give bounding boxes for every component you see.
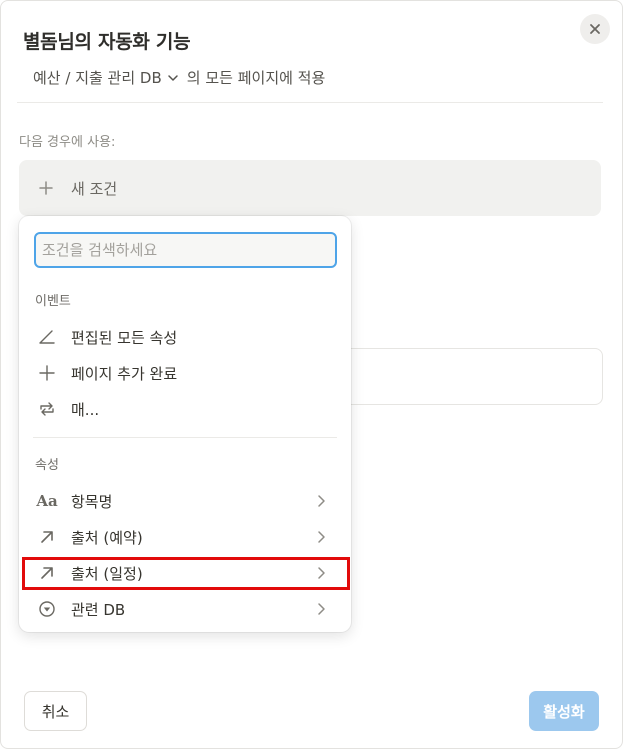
plus-icon bbox=[37, 363, 57, 383]
menu-item-source-reservation[interactable]: 출처 (예약) bbox=[25, 520, 345, 554]
new-condition-label: 새 조건 bbox=[71, 179, 118, 198]
menu-item-label: 매... bbox=[71, 400, 100, 419]
activate-button[interactable]: 활성화 bbox=[529, 691, 599, 731]
text-aa-icon: Aa bbox=[36, 492, 58, 510]
menu-item-source-schedule[interactable]: 출처 (일정) bbox=[25, 556, 345, 590]
pencil-icon bbox=[37, 327, 57, 347]
trigger-section-label: 다음 경우에 사용: bbox=[19, 135, 116, 150]
database-name: 예산 / 지출 관리 DB bbox=[33, 69, 162, 87]
action-box[interactable] bbox=[331, 348, 603, 405]
dialog-title: 별돔님의 자동화 기능 bbox=[23, 31, 191, 53]
applies-text: 의 모든 페이지에 적용 bbox=[186, 69, 326, 87]
chevron-right-icon bbox=[318, 495, 325, 507]
relation-arrow-icon bbox=[37, 563, 57, 583]
chevron-right-icon bbox=[318, 603, 325, 615]
condition-search-box[interactable] bbox=[34, 232, 337, 268]
repeat-icon bbox=[37, 399, 57, 419]
condition-search-input[interactable] bbox=[36, 234, 335, 266]
dropdown-divider bbox=[33, 437, 337, 438]
events-group-label: 이벤트 bbox=[35, 294, 71, 309]
menu-item-label: 출처 (예약) bbox=[71, 528, 143, 547]
chevron-right-icon bbox=[318, 567, 325, 579]
menu-item-label: 페이지 추가 완료 bbox=[71, 364, 178, 383]
menu-item-related-db[interactable]: 관련 DB bbox=[25, 592, 345, 626]
scope-line: 예산 / 지출 관리 DB 의 모든 페이지에 적용 bbox=[33, 67, 325, 88]
menu-item-label: 편집된 모든 속성 bbox=[71, 328, 178, 347]
automation-dialog: 별돔님의 자동화 기능 예산 / 지출 관리 DB 의 모든 페이지에 적용 다… bbox=[0, 0, 623, 749]
relation-arrow-icon bbox=[37, 527, 57, 547]
chevron-right-icon bbox=[318, 531, 325, 543]
select-circle-icon bbox=[37, 599, 57, 619]
header-divider bbox=[17, 102, 603, 103]
properties-group-label: 속성 bbox=[35, 458, 59, 473]
menu-item-any-property-edited[interactable]: 편집된 모든 속성 bbox=[25, 320, 345, 354]
plus-icon bbox=[39, 181, 53, 195]
close-icon bbox=[590, 24, 600, 34]
chevron-down-icon bbox=[168, 74, 178, 81]
menu-item-recurring[interactable]: 매... bbox=[25, 392, 345, 426]
new-condition-button[interactable]: 새 조건 bbox=[19, 160, 601, 216]
condition-dropdown: 이벤트 편집된 모든 속성 페이지 추가 완료 매... 속성 Aa 항목명 bbox=[19, 216, 351, 632]
menu-item-label: 출처 (일정) bbox=[71, 564, 143, 583]
cancel-button[interactable]: 취소 bbox=[24, 691, 87, 731]
database-selector[interactable]: 예산 / 지출 관리 DB bbox=[33, 67, 179, 88]
menu-item-label: 항목명 bbox=[71, 492, 113, 511]
menu-item-item-name[interactable]: Aa 항목명 bbox=[25, 484, 345, 518]
menu-item-page-added[interactable]: 페이지 추가 완료 bbox=[25, 356, 345, 390]
menu-item-label: 관련 DB bbox=[71, 600, 126, 619]
close-button[interactable] bbox=[580, 14, 610, 44]
